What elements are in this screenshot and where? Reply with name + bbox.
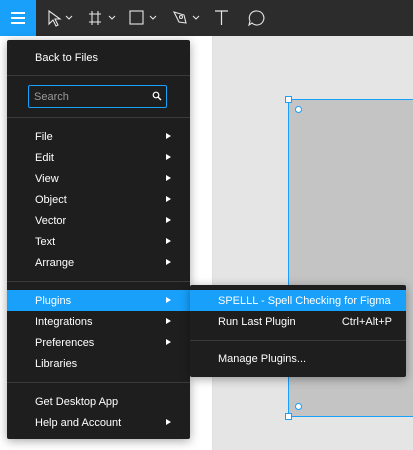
submenu-item-manage-plugins[interactable]: Manage Plugins... (190, 348, 406, 369)
menu-item-label: Preferences (35, 336, 95, 349)
menu-item-edit[interactable]: Edit (7, 147, 190, 168)
menu-item-vector[interactable]: Vector (7, 210, 190, 231)
submenu-item-label: Run Last Plugin (218, 315, 296, 328)
resize-handle[interactable] (285, 96, 292, 103)
plugins-submenu: SPELLL - Spell Checking for Figma Run La… (190, 285, 406, 377)
submenu-item-label: SPELLL - Spell Checking for Figma (218, 294, 391, 307)
submenu-arrow-icon (166, 238, 171, 244)
menu-item-back-to-files[interactable]: Back to Files (7, 47, 190, 68)
frame-tool-button[interactable] (86, 0, 120, 36)
menu-item-file[interactable]: File (7, 126, 190, 147)
text-tool-icon (215, 10, 228, 25)
menu-item-label: Get Desktop App (35, 395, 119, 408)
submenu-arrow-icon (166, 196, 171, 202)
submenu-arrow-icon (166, 154, 171, 160)
submenu-item-label: Manage Plugins... (218, 352, 307, 365)
menu-item-label: Edit (35, 151, 54, 164)
menu-item-object[interactable]: Object (7, 189, 190, 210)
submenu-arrow-icon (166, 175, 171, 181)
menu-item-view[interactable]: View (7, 168, 190, 189)
corner-radius-handle[interactable] (295, 106, 302, 113)
comment-tool-icon (248, 10, 265, 27)
submenu-arrow-icon (166, 259, 171, 265)
divider (7, 75, 190, 76)
submenu-arrow-icon (166, 339, 171, 345)
menu-item-label: Plugins (35, 294, 72, 307)
menu-item-label: Arrange (35, 256, 75, 269)
menu-item-integrations[interactable]: Integrations (7, 311, 190, 332)
divider (7, 382, 190, 383)
move-tool-button[interactable] (46, 0, 76, 36)
pen-tool-button[interactable] (170, 0, 206, 36)
menu-item-label: Text (35, 235, 56, 248)
menu-item-label: Back to Files (35, 51, 98, 64)
move-tool-icon (48, 9, 73, 27)
menu-item-text[interactable]: Text (7, 231, 190, 252)
menu-search[interactable] (28, 85, 167, 108)
menu-item-arrange[interactable]: Arrange (7, 252, 190, 273)
submenu-arrow-icon (166, 133, 171, 139)
rectangle-tool-icon (129, 10, 157, 25)
menu-item-label: Object (35, 193, 67, 206)
menu-item-libraries[interactable]: Libraries (7, 353, 190, 374)
menu-item-label: Vector (35, 214, 67, 227)
corner-radius-handle[interactable] (295, 403, 302, 410)
main-menu: Back to Files File Edit View Object Vect… (7, 40, 190, 439)
shortcut-label: Ctrl+Alt+P (341, 315, 392, 328)
menu-item-plugins[interactable]: Plugins (7, 290, 190, 311)
search-input[interactable] (34, 89, 144, 104)
menu-item-label: View (35, 172, 59, 185)
pen-tool-icon (172, 11, 200, 24)
menu-item-get-desktop-app[interactable]: Get Desktop App (7, 391, 190, 412)
rectangle-tool-button[interactable] (127, 0, 163, 36)
submenu-arrow-icon (166, 297, 171, 303)
comment-tool-button[interactable] (244, 0, 270, 36)
submenu-arrow-icon (166, 419, 171, 425)
text-tool-button[interactable] (210, 0, 234, 36)
divider (7, 117, 190, 118)
submenu-item-run-last-plugin[interactable]: Run Last Plugin Ctrl+Alt+P (190, 311, 406, 332)
menu-item-label: Help and Account (35, 416, 122, 429)
divider (190, 340, 406, 341)
resize-handle[interactable] (285, 413, 292, 420)
submenu-arrow-icon (166, 217, 171, 223)
menu-item-label: File (35, 130, 53, 143)
submenu-arrow-icon (166, 318, 171, 324)
frame-tool-icon (89, 11, 116, 25)
menu-item-label: Integrations (35, 315, 93, 328)
submenu-item-spelll-plugin[interactable]: SPELLL - Spell Checking for Figma (190, 290, 406, 311)
main-menu-button[interactable] (0, 0, 36, 36)
divider (7, 281, 190, 282)
menu-item-label: Libraries (35, 357, 78, 370)
menu-item-preferences[interactable]: Preferences (7, 332, 190, 353)
search-icon (152, 91, 162, 101)
toolbar (0, 0, 413, 36)
menu-item-help-and-account[interactable]: Help and Account (7, 412, 190, 433)
